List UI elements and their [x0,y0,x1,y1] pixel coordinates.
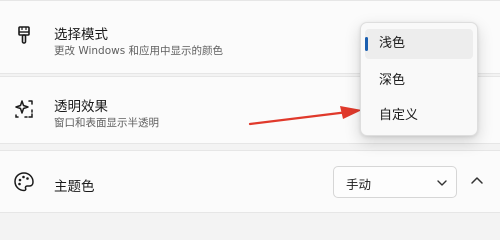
paintbrush-icon [18,26,30,44]
mode-subtitle: 更改 Windows 和应用中显示的颜色 [54,45,224,57]
transparency-title: 透明效果 [54,99,108,115]
chevron-up-icon[interactable] [464,168,490,194]
mode-option-label: 深色 [379,73,406,88]
accent-color-select[interactable]: 手动 [333,166,457,198]
mode-option-dark[interactable]: 深色 [365,66,473,96]
selected-indicator [365,37,368,51]
mode-option-label: 浅色 [379,36,406,51]
annotation-arrow-icon [248,106,362,126]
mode-dropdown-menu: 浅色 深色 自定义 [360,22,478,136]
accent-title: 主题色 [54,179,95,195]
mode-option-label: 自定义 [379,108,419,123]
setting-row-accent-color[interactable]: 主题色 手动 [0,150,500,213]
accent-select-value: 手动 [346,177,372,192]
sparkle-icon [15,100,33,118]
mode-option-light[interactable]: 浅色 [365,29,473,59]
mode-title: 选择模式 [54,27,108,43]
mode-option-custom[interactable]: 自定义 [365,101,473,131]
transparency-subtitle: 窗口和表面显示半透明 [54,117,159,129]
palette-icon [14,172,34,192]
chevron-down-icon [437,180,447,186]
